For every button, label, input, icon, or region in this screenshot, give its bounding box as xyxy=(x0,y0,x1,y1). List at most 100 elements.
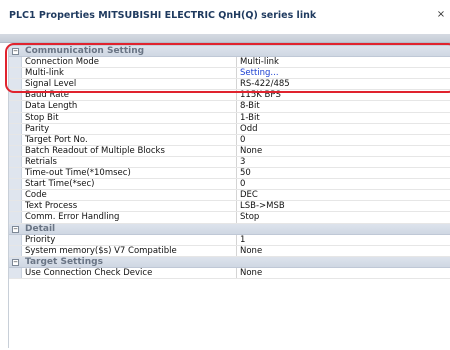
row-gutter xyxy=(9,145,22,156)
column-divider xyxy=(236,145,237,156)
property-value[interactable]: Multi-link xyxy=(240,57,445,67)
property-name: System memory($s) V7 Compatible xyxy=(25,245,177,256)
category-header[interactable]: − Detail xyxy=(9,223,450,235)
row-gutter xyxy=(9,168,22,179)
category-label: Communication Setting xyxy=(25,46,145,56)
property-value[interactable]: 3 xyxy=(240,157,445,167)
property-row[interactable]: Parity Odd xyxy=(9,123,450,135)
column-divider xyxy=(236,168,237,179)
column-divider xyxy=(236,57,237,68)
column-divider xyxy=(236,134,237,145)
property-row[interactable]: Comm. Error Handling Stop xyxy=(9,212,450,224)
category-header[interactable]: − Communication Setting xyxy=(9,46,450,58)
row-gutter xyxy=(9,156,22,168)
property-name: Time-out Time(*10msec) xyxy=(25,168,131,179)
property-row[interactable]: Signal Level RS-422/485 xyxy=(9,79,450,91)
property-value[interactable]: DEC xyxy=(240,190,445,200)
row-gutter xyxy=(9,190,22,201)
property-name: Comm. Error Handling xyxy=(25,212,120,223)
property-name: Connection Mode xyxy=(25,57,99,68)
column-divider xyxy=(236,123,237,134)
property-name: Retrials xyxy=(25,156,57,167)
property-name: Baud Rate xyxy=(25,90,70,101)
property-row[interactable]: System memory($s) V7 Compatible None xyxy=(9,245,450,257)
window-title: PLC1 Properties MITSUBISHI ELECTRIC QnH(… xyxy=(9,10,317,21)
property-row[interactable]: Baud Rate 115K BPS xyxy=(9,90,450,102)
row-gutter xyxy=(9,79,22,90)
property-value[interactable]: RS-422/485 xyxy=(240,79,445,89)
property-name: Start Time(*sec) xyxy=(25,179,95,190)
category-header[interactable]: − Target Settings xyxy=(9,256,450,268)
property-value[interactable]: None xyxy=(240,268,445,278)
property-row[interactable]: Retrials 3 xyxy=(9,156,450,169)
column-divider xyxy=(236,190,237,201)
property-name: Multi-link xyxy=(25,68,64,79)
category-label: Target Settings xyxy=(25,256,103,267)
property-value[interactable]: Odd xyxy=(240,124,445,134)
column-divider xyxy=(236,179,237,190)
property-row[interactable]: Multi-link Setting... xyxy=(9,68,450,80)
row-gutter xyxy=(9,101,22,112)
toolbar-strip xyxy=(0,34,450,43)
property-row[interactable]: Use Connection Check Device None xyxy=(9,267,450,279)
row-gutter xyxy=(9,123,22,134)
property-row[interactable]: Connection Mode Multi-link xyxy=(9,57,450,69)
column-divider xyxy=(236,68,237,79)
row-gutter xyxy=(9,134,22,145)
property-name: Code xyxy=(25,190,47,201)
property-value[interactable]: Stop xyxy=(240,212,445,222)
row-gutter xyxy=(9,234,22,245)
property-value[interactable]: 0 xyxy=(240,135,445,145)
property-name: Parity xyxy=(25,123,50,134)
column-divider xyxy=(236,90,237,101)
property-name: Target Port No. xyxy=(25,134,88,145)
column-divider xyxy=(236,201,237,212)
category-label: Detail xyxy=(25,223,56,234)
property-name: Batch Readout of Multiple Blocks xyxy=(25,145,165,156)
property-value-link[interactable]: Setting... xyxy=(240,68,445,78)
row-gutter xyxy=(9,267,22,278)
row-gutter xyxy=(9,68,22,79)
column-divider xyxy=(236,112,237,123)
property-value[interactable]: 0 xyxy=(240,179,445,189)
column-divider xyxy=(236,156,237,168)
property-name: Data Length xyxy=(25,101,78,112)
property-value[interactable]: 8-Bit xyxy=(240,101,445,111)
row-gutter xyxy=(9,245,22,256)
property-name: Priority xyxy=(25,234,56,245)
property-row[interactable]: Target Port No. 0 xyxy=(9,134,450,146)
property-row[interactable]: Text Process LSB->MSB xyxy=(9,201,450,213)
property-row[interactable]: Data Length 8-Bit xyxy=(9,101,450,113)
property-value[interactable]: 115K BPS xyxy=(240,90,445,100)
property-value[interactable]: 1-Bit xyxy=(240,113,445,123)
property-value[interactable]: None xyxy=(240,146,445,156)
property-value[interactable]: LSB->MSB xyxy=(240,201,445,211)
property-row[interactable]: Time-out Time(*10msec) 50 xyxy=(9,168,450,180)
column-divider xyxy=(236,245,237,256)
column-divider xyxy=(236,79,237,90)
collapse-icon[interactable]: − xyxy=(12,48,19,55)
property-value[interactable]: None xyxy=(240,246,445,256)
property-name: Stop Bit xyxy=(25,112,59,123)
row-gutter xyxy=(9,212,22,223)
property-value[interactable]: 50 xyxy=(240,168,445,178)
collapse-icon[interactable]: − xyxy=(12,258,19,266)
property-name: Text Process xyxy=(25,201,78,212)
property-row[interactable]: Stop Bit 1-Bit xyxy=(9,112,450,124)
row-gutter xyxy=(9,112,22,123)
property-name: Use Connection Check Device xyxy=(25,267,153,278)
row-gutter xyxy=(9,90,22,101)
row-gutter xyxy=(9,57,22,68)
column-divider xyxy=(236,234,237,245)
property-value[interactable]: 1 xyxy=(240,235,445,245)
column-divider xyxy=(236,267,237,278)
collapse-icon[interactable]: − xyxy=(12,225,19,233)
close-icon[interactable]: × xyxy=(434,8,448,22)
property-name: Signal Level xyxy=(25,79,77,90)
property-row[interactable]: Start Time(*sec) 0 xyxy=(9,179,450,191)
column-divider xyxy=(236,101,237,112)
property-row[interactable]: Priority 1 xyxy=(9,234,450,246)
property-row[interactable]: Batch Readout of Multiple Blocks None xyxy=(9,145,450,157)
row-gutter xyxy=(9,179,22,190)
property-row[interactable]: Code DEC xyxy=(9,190,450,202)
